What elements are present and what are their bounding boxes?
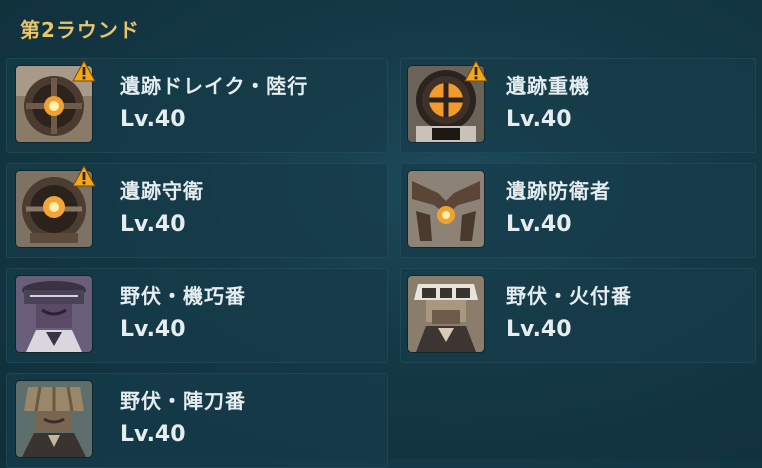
enemy-list: 遺跡ドレイク・陸行 Lv.40 遺跡重機 Lv.40 遺跡守衛 Lv.40 遺跡… bbox=[6, 58, 756, 468]
enemy-name: 遺跡ドレイク・陸行 bbox=[120, 74, 309, 98]
warning-icon bbox=[72, 60, 96, 82]
enemy-level: Lv.40 bbox=[506, 212, 572, 237]
enemy-level: Lv.40 bbox=[120, 107, 186, 132]
enemy-name: 遺跡防衛者 bbox=[506, 179, 611, 203]
warning-icon bbox=[464, 60, 488, 82]
enemy-card[interactable]: 野伏・火付番 Lv.40 bbox=[400, 268, 756, 363]
enemy-name: 遺跡守衛 bbox=[120, 179, 204, 203]
enemy-name: 野伏・陣刀番 bbox=[120, 389, 246, 413]
round-title: 第2ラウンド bbox=[20, 18, 140, 42]
enemy-card[interactable]: 遺跡ドレイク・陸行 Lv.40 bbox=[6, 58, 388, 153]
enemy-level: Lv.40 bbox=[120, 212, 186, 237]
enemy-name: 遺跡重機 bbox=[506, 74, 590, 98]
enemy-level: Lv.40 bbox=[506, 317, 572, 342]
warning-icon bbox=[72, 165, 96, 187]
enemy-name: 野伏・火付番 bbox=[506, 284, 632, 308]
nobushi-jintou-portrait-icon bbox=[16, 381, 92, 457]
enemy-card[interactable]: 遺跡守衛 Lv.40 bbox=[6, 163, 388, 258]
nobushi-hitsuke-portrait-icon bbox=[408, 276, 484, 352]
enemy-card[interactable]: 野伏・機巧番 Lv.40 bbox=[6, 268, 388, 363]
enemy-level: Lv.40 bbox=[120, 422, 186, 447]
enemy-level: Lv.40 bbox=[506, 107, 572, 132]
ruin-defender-portrait-icon bbox=[408, 171, 484, 247]
enemy-card[interactable]: 遺跡重機 Lv.40 bbox=[400, 58, 756, 153]
enemy-level: Lv.40 bbox=[120, 317, 186, 342]
enemy-name: 野伏・機巧番 bbox=[120, 284, 246, 308]
nobushi-kikou-portrait-icon bbox=[16, 276, 92, 352]
enemy-card[interactable]: 野伏・陣刀番 Lv.40 bbox=[6, 373, 388, 468]
enemy-card[interactable]: 遺跡防衛者 Lv.40 bbox=[400, 163, 756, 258]
